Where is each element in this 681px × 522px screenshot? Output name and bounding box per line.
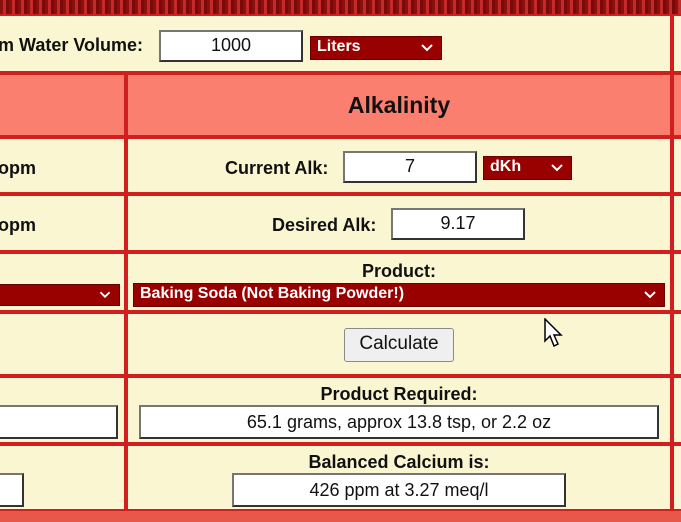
right-header-cell xyxy=(672,73,681,137)
chevron-down-icon xyxy=(99,291,111,299)
balanced-calcium-output: 426 ppm at 3.27 meq/l xyxy=(232,473,566,507)
alk-unit-select[interactable]: dKh xyxy=(483,156,572,180)
right-cell-row1 xyxy=(672,137,681,194)
current-alk-input[interactable]: 7 xyxy=(343,151,477,183)
right-cell-row2 xyxy=(672,194,681,252)
desired-alk-input[interactable]: 9.17 xyxy=(391,208,525,240)
right-cell-row6 xyxy=(672,444,681,511)
left-cell-row4 xyxy=(0,312,126,376)
alkalinity-title: Alkalinity xyxy=(347,92,451,118)
water-volume-input[interactable]: 1000 xyxy=(159,30,303,62)
left-cell-row1: opm xyxy=(0,137,126,194)
product-select-value: Baking Soda (Not Baking Powder!) xyxy=(140,285,405,302)
alk-unit-value: dKh xyxy=(490,158,522,175)
current-alk-label: Current Alk: xyxy=(225,158,329,178)
calculate-button[interactable]: Calculate xyxy=(344,328,454,362)
volume-unit-select[interactable]: Liters xyxy=(310,36,442,60)
desired-alk-cell: Desired Alk: 9.17 xyxy=(126,194,672,252)
left-cell-row2: opm xyxy=(0,194,126,252)
bottom-strip xyxy=(0,511,681,522)
balanced-calcium-cell: Balanced Calcium is: 426 ppm at 3.27 meq… xyxy=(126,444,672,511)
product-required-output: 65.1 grams, approx 13.8 tsp, or 2.2 oz xyxy=(139,405,659,439)
left-row1-text: opm xyxy=(0,158,36,178)
chevron-down-icon xyxy=(421,44,433,52)
balanced-calcium-label: Balanced Calcium is: xyxy=(308,452,490,472)
left-balanced-output xyxy=(0,473,24,507)
volume-unit-value: Liters xyxy=(317,38,361,55)
product-label: Product: xyxy=(362,261,436,281)
left-header-cell xyxy=(0,73,126,137)
product-required-cell: Product Required: 65.1 grams, approx 13.… xyxy=(126,376,672,444)
calculate-cell: Calculate xyxy=(126,312,672,376)
mouse-cursor-icon xyxy=(544,318,563,348)
product-required-label: Product Required: xyxy=(320,384,478,404)
left-cell-row3 xyxy=(0,252,126,312)
chevron-down-icon xyxy=(551,164,563,172)
alkalinity-header-cell: Alkalinity xyxy=(126,73,672,137)
right-cell-row4 xyxy=(672,312,681,376)
left-cell-row6 xyxy=(0,444,126,511)
water-volume-label: m Water Volume: xyxy=(0,35,144,55)
left-product-select[interactable] xyxy=(0,284,120,306)
chevron-down-icon xyxy=(644,291,656,299)
volume-row: m Water Volume: 1000 Liters xyxy=(0,14,672,73)
right-cell-row3 xyxy=(672,252,681,312)
desired-alk-label: Desired Alk: xyxy=(272,215,377,235)
left-row2-text: opm xyxy=(0,215,36,235)
product-select[interactable]: Baking Soda (Not Baking Powder!) xyxy=(133,283,665,307)
decorative-top-pattern xyxy=(0,0,681,14)
product-cell: Product: Baking Soda (Not Baking Powder!… xyxy=(126,252,672,312)
left-cell-row5 xyxy=(0,376,126,444)
current-alk-cell: Current Alk: 7 dKh xyxy=(126,137,672,194)
right-cell-row5 xyxy=(672,376,681,444)
volume-row-right-cell xyxy=(672,14,681,73)
left-result-output xyxy=(0,405,118,439)
